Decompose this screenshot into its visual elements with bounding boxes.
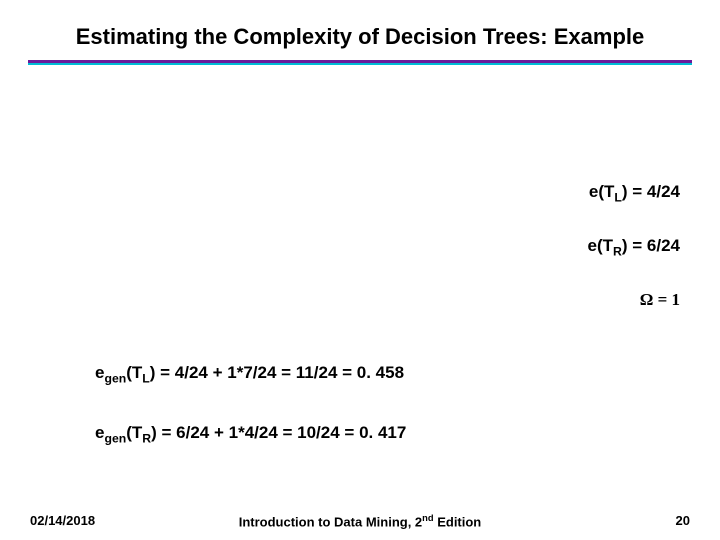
slide: Estimating the Complexity of Decision Tr… (0, 0, 720, 540)
omega-symbol: Ω (640, 290, 654, 309)
equation-egen-tr: egen(TR) = 6/24 + 1*4/24 = 10/24 = 0. 41… (95, 423, 406, 445)
footer-center-post: Edition (434, 514, 482, 529)
egen-tr-open: (T (126, 423, 142, 442)
etl-label: e(T (589, 182, 615, 201)
etr-sub: R (613, 244, 622, 258)
etr-label: e(T (588, 236, 614, 255)
egen-sub: gen (104, 371, 126, 385)
egen-sub-2: gen (104, 431, 126, 445)
etl-sub: L (614, 190, 621, 204)
equation-egen-tl: egen(TL) = 4/24 + 1*7/24 = 11/24 = 0. 45… (95, 363, 404, 385)
egen-tl-open: (T (126, 363, 142, 382)
egen-tl-eq: ) = 4/24 + 1*7/24 = 11/24 = 0. 458 (150, 363, 404, 382)
egen-tr-eq: ) = 6/24 + 1*4/24 = 10/24 = 0. 417 (151, 423, 406, 442)
footer-page-number: 20 (676, 513, 690, 528)
omega-rest: = 1 (653, 290, 680, 309)
equation-etl: e(TL) = 4/24 (589, 182, 680, 204)
slide-title: Estimating the Complexity of Decision Tr… (28, 24, 692, 50)
egen-tr-sub: R (142, 431, 151, 445)
equation-omega: Ω = 1 (640, 290, 680, 310)
etl-rest: ) = 4/24 (622, 182, 680, 201)
footer-center-sup: nd (422, 513, 433, 523)
slide-footer: 02/14/2018 Introduction to Data Mining, … (0, 513, 720, 528)
etr-rest: ) = 6/24 (622, 236, 680, 255)
footer-center-pre: Introduction to Data Mining, 2 (239, 514, 422, 529)
footer-center: Introduction to Data Mining, 2nd Edition (239, 513, 482, 529)
footer-date: 02/14/2018 (30, 513, 95, 528)
egen-tl-sub: L (142, 371, 149, 385)
equation-etr: e(TR) = 6/24 (588, 236, 680, 258)
slide-content: e(TL) = 4/24 e(TR) = 6/24 Ω = 1 egen(TL)… (0, 60, 720, 500)
